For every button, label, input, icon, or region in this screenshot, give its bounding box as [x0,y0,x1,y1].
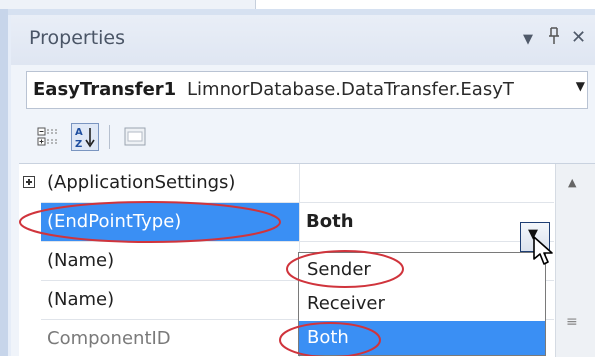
property-name: (ApplicationSettings) [47,172,236,193]
alphabetical-icon: A Z [75,127,95,150]
svg-text:Z: Z [75,139,82,150]
window-frame [0,9,8,356]
property-name: (Name) [47,289,115,310]
panel-title: Properties [29,27,126,49]
mouse-cursor-icon [533,236,553,265]
object-selector[interactable]: EasyTransfer1 LimnorDatabase.DataTransfe… [26,71,588,109]
dropdown-option-receiver[interactable]: Receiver [299,287,545,321]
scroll-up-icon[interactable]: ▲ [568,176,576,189]
toolbar-separator [109,125,110,149]
object-selector-type: LimnorDatabase.DataTransfer.EasyT [187,79,514,100]
property-row-endpointtype[interactable]: (EndPointType) Both [19,203,595,241]
enum-dropdown-list[interactable]: Sender Receiver Both [298,252,546,356]
alphabetical-button[interactable]: A Z [71,123,99,151]
window-position-dropdown-icon[interactable]: ▼ [523,32,533,47]
object-selector-name: EasyTransfer1 [33,79,177,100]
vertical-scrollbar[interactable]: ▲ ≡ [555,164,595,357]
dropdown-option-both[interactable]: Both [299,321,545,355]
close-icon[interactable]: ✕ [571,27,586,48]
svg-text:A: A [75,127,83,138]
property-name: (EndPointType) [41,203,299,241]
property-row[interactable]: (ApplicationSettings) [19,164,595,202]
scroll-grip-icon[interactable]: ≡ [566,314,578,330]
pin-icon[interactable] [547,27,561,50]
dropdown-option-sender[interactable]: Sender [299,253,545,287]
property-name: (Name) [47,250,115,271]
property-name: ComponentID [47,328,171,349]
property-pages-button[interactable] [121,123,149,151]
categorized-icon [37,127,59,146]
expand-icon[interactable] [23,176,35,188]
property-value[interactable] [300,164,554,202]
panel-title-bar: Properties ▼ ✕ [11,15,595,65]
categorized-button[interactable] [35,123,63,151]
property-value[interactable]: Both [300,203,554,241]
property-pages-icon [124,127,146,146]
chevron-down-icon[interactable]: ▼ [576,79,585,93]
